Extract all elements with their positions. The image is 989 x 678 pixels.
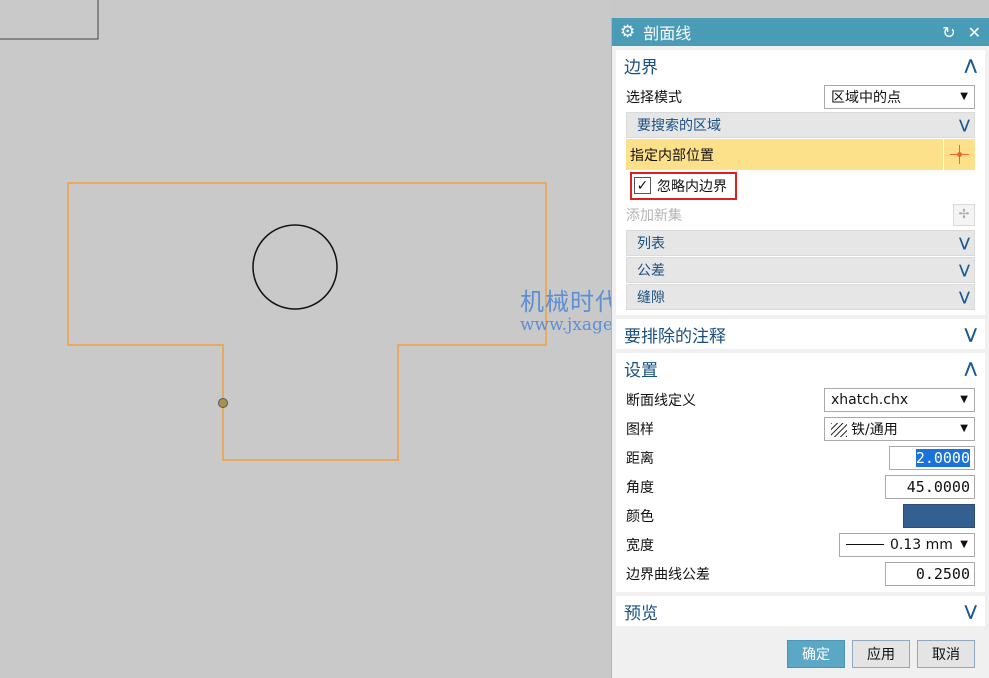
section-def-dropdown[interactable]: xhatch.chx ▼ xyxy=(824,387,975,412)
search-region-subsection[interactable]: 要搜索的区域 ⋁ xyxy=(626,112,975,138)
gear-icon[interactable]: ⚙ xyxy=(620,22,635,42)
pattern-value: 铁/通用 xyxy=(851,421,898,438)
dialog-buttons: 确定 应用 取消 xyxy=(612,640,989,668)
chevron-down-icon: ⋁ xyxy=(959,117,970,133)
settings-section: 设置 ⋀ 断面线定义 xhatch.chx ▼ 图样 铁/通用 ▼ 距离 2.0… xyxy=(616,353,985,592)
graphics-canvas[interactable]: 机械时代网 www.jxage.com xyxy=(0,0,654,678)
ignore-inner-checkbox[interactable]: ✓ xyxy=(634,177,651,194)
color-row: 颜色 xyxy=(616,501,985,530)
color-swatch[interactable] xyxy=(903,503,975,528)
chevron-down-icon: ⋁ xyxy=(959,235,970,251)
dialog-title: 剖面线 xyxy=(643,24,692,43)
distance-value: 2.0000 xyxy=(915,448,970,467)
boundary-tol-input[interactable]: 0.2500 xyxy=(885,561,975,586)
reset-icon[interactable]: ↻ xyxy=(942,23,955,42)
specify-inner-label: 指定内部位置 xyxy=(630,147,714,164)
ignore-inner-label: 忽略内边界 xyxy=(657,178,727,195)
select-mode-value: 区域中的点 xyxy=(831,89,901,106)
angle-label: 角度 xyxy=(626,479,654,496)
close-icon[interactable]: ✕ xyxy=(968,23,981,42)
boundary-section: 边界 ⋀ 选择模式 区域中的点 ▼ 要搜索的区域 ⋁ 指定内部位置 ✓ 忽略内边… xyxy=(616,50,985,315)
section-def-label: 断面线定义 xyxy=(626,392,696,409)
width-row: 宽度 0.13 mm ▼ xyxy=(616,530,985,559)
settings-title: 设置 xyxy=(624,360,658,381)
angle-row: 角度 45.0000 xyxy=(616,472,985,501)
dropdown-arrow-icon: ▼ xyxy=(960,423,968,434)
chevron-down-icon: ⋁ xyxy=(959,262,970,278)
pattern-label: 图样 xyxy=(626,421,654,438)
add-set-icon[interactable]: ✢ xyxy=(953,203,975,226)
select-mode-dropdown[interactable]: 区域中的点 ▼ xyxy=(824,84,975,109)
distance-row: 距离 2.0000 xyxy=(616,443,985,472)
hatch-pattern-icon xyxy=(831,422,847,437)
dropdown-arrow-icon: ▼ xyxy=(960,539,968,550)
section-def-value: xhatch.chx xyxy=(831,391,909,408)
color-label: 颜色 xyxy=(626,508,654,525)
angle-input[interactable]: 45.0000 xyxy=(885,474,975,499)
chevron-down-icon: ⋁ xyxy=(959,289,970,305)
exclude-annotations-title: 要排除的注释 xyxy=(624,326,726,347)
tolerance-label: 公差 xyxy=(637,263,665,279)
tolerance-subsection[interactable]: 公差 ⋁ xyxy=(626,257,975,283)
add-new-set-row: 添加新集 ✢ xyxy=(616,200,985,229)
inner-circle xyxy=(252,224,338,310)
distance-label: 距离 xyxy=(626,450,654,467)
gap-label: 缝隙 xyxy=(637,290,665,306)
chevron-up-icon: ⋀ xyxy=(964,56,977,74)
boundary-tol-label: 边界曲线公差 xyxy=(626,566,710,583)
chevron-down-icon: ⋁ xyxy=(964,602,977,620)
dropdown-arrow-icon: ▼ xyxy=(960,91,968,102)
boundary-header[interactable]: 边界 ⋀ xyxy=(616,50,985,80)
crosshair-icon[interactable] xyxy=(943,139,975,170)
select-mode-row: 选择模式 区域中的点 ▼ xyxy=(616,82,985,111)
specify-inner-location-row[interactable]: 指定内部位置 xyxy=(626,139,975,170)
preview-header[interactable]: 预览 ⋁ xyxy=(616,596,985,626)
selected-point xyxy=(218,398,228,408)
part-outline xyxy=(67,182,547,461)
drawing xyxy=(0,0,547,461)
select-mode-label: 选择模式 xyxy=(626,89,682,106)
add-new-set-label: 添加新集 xyxy=(626,207,682,224)
dropdown-arrow-icon: ▼ xyxy=(960,394,968,405)
section-def-row: 断面线定义 xhatch.chx ▼ xyxy=(616,385,985,414)
preview-section: 预览 ⋁ xyxy=(616,596,985,626)
gap-subsection[interactable]: 缝隙 ⋁ xyxy=(626,284,975,310)
ok-button[interactable]: 确定 xyxy=(787,640,845,668)
boundary-title: 边界 xyxy=(624,57,658,78)
chevron-up-icon: ⋀ xyxy=(964,359,977,377)
chevron-down-icon: ⋁ xyxy=(964,325,977,343)
exclude-annotations-header[interactable]: 要排除的注释 ⋁ xyxy=(616,319,985,349)
list-label: 列表 xyxy=(637,236,665,252)
exclude-annotations-section: 要排除的注释 ⋁ xyxy=(616,319,985,349)
width-value: 0.13 mm xyxy=(890,536,953,553)
list-subsection[interactable]: 列表 ⋁ xyxy=(626,230,975,256)
ignore-inner-boundary-row: ✓ 忽略内边界 xyxy=(616,171,985,200)
view-border xyxy=(0,0,99,40)
line-weight-icon xyxy=(846,544,884,545)
preview-title: 预览 xyxy=(624,603,658,624)
distance-input[interactable]: 2.0000 xyxy=(889,445,975,470)
pattern-dropdown[interactable]: 铁/通用 ▼ xyxy=(824,416,975,441)
dialog-titlebar: ⚙ 剖面线 ↻ ✕ xyxy=(612,18,989,46)
apply-button[interactable]: 应用 xyxy=(852,640,910,668)
width-label: 宽度 xyxy=(626,537,654,554)
search-region-label: 要搜索的区域 xyxy=(637,118,721,134)
highlight-box: ✓ 忽略内边界 xyxy=(630,171,737,200)
width-dropdown[interactable]: 0.13 mm ▼ xyxy=(839,532,975,557)
pattern-row: 图样 铁/通用 ▼ xyxy=(616,414,985,443)
settings-header[interactable]: 设置 ⋀ xyxy=(616,353,985,383)
boundary-tol-row: 边界曲线公差 0.2500 xyxy=(616,559,985,588)
hatch-dialog: ⚙ 剖面线 ↻ ✕ 边界 ⋀ 选择模式 区域中的点 ▼ 要搜索的区域 ⋁ 指定内… xyxy=(611,18,989,678)
cancel-button[interactable]: 取消 xyxy=(917,640,975,668)
